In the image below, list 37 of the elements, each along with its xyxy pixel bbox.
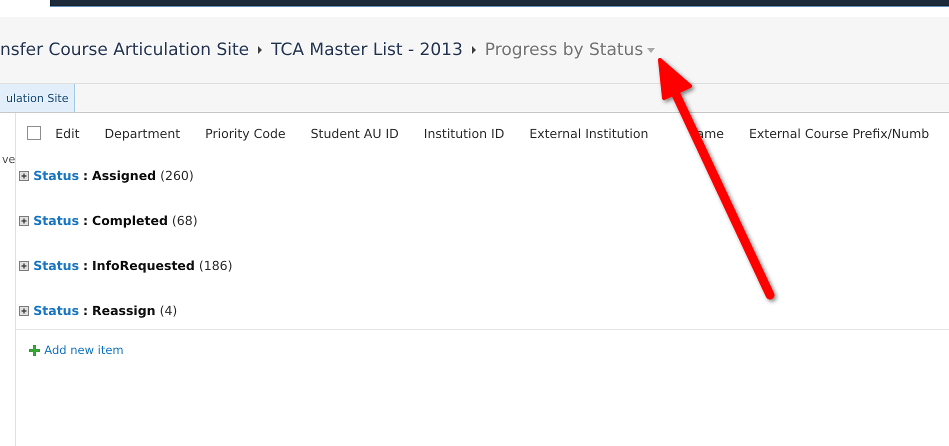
column-header[interactable]: Department [104,126,180,140]
group-value: Completed [92,213,168,228]
plus-icon [29,344,40,356]
chevron-icon [257,45,264,55]
breadcrumb-link[interactable]: TCA Master List - 2013 [271,40,463,60]
column-header[interactable]: External Institution [529,126,648,140]
column-header[interactable]: Student AU ID [310,126,399,140]
group-field[interactable]: Status [33,168,80,183]
group-separator: : [83,258,88,273]
column-header[interactable]: Priority Code [205,126,286,140]
select-all-checkbox[interactable] [27,126,42,140]
group-separator: : [83,303,88,318]
group-count: (186) [198,258,232,273]
column-header[interactable]: Edit [55,126,80,140]
expand-icon[interactable] [19,170,30,180]
nav-text: ve [2,153,16,166]
group-count: (4) [160,303,178,318]
group-field[interactable]: Status [33,303,80,318]
view-selector[interactable]: Progress by Status [484,40,644,60]
add-item-link[interactable]: Add new item [44,343,124,357]
group-separator: : [83,168,88,183]
breadcrumb-link[interactable]: nsfer Course Articulation Site [0,40,250,60]
group-count: (260) [160,168,194,183]
expand-icon[interactable] [19,260,30,270]
group-field[interactable]: Status [33,258,80,273]
site-tab[interactable]: ulation Site [0,84,76,112]
group-separator: : [83,213,88,228]
chevron-icon [470,45,477,55]
group-value: InfoRequested [92,258,195,273]
group-value: Assigned [92,168,156,183]
group-field[interactable]: Status [33,213,80,228]
expand-icon[interactable] [19,306,30,316]
expand-icon[interactable] [19,216,30,226]
column-header[interactable]: Institution ID [424,126,504,140]
column-header[interactable]: External Course Prefix/Numb [749,126,930,140]
group-value: Reassign [92,303,156,318]
group-count: (68) [172,213,198,228]
